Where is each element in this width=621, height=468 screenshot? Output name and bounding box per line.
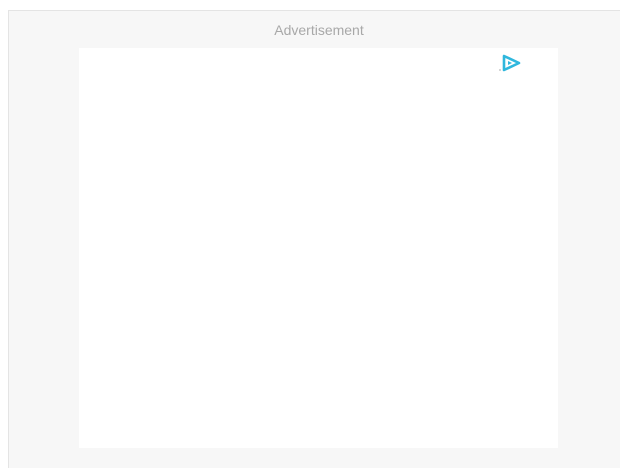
advertisement-label: Advertisement: [274, 22, 364, 38]
ad-frame[interactable]: [79, 48, 558, 448]
adchoices-play-icon[interactable]: [498, 53, 524, 73]
advertisement-container: Advertisement: [8, 10, 620, 468]
